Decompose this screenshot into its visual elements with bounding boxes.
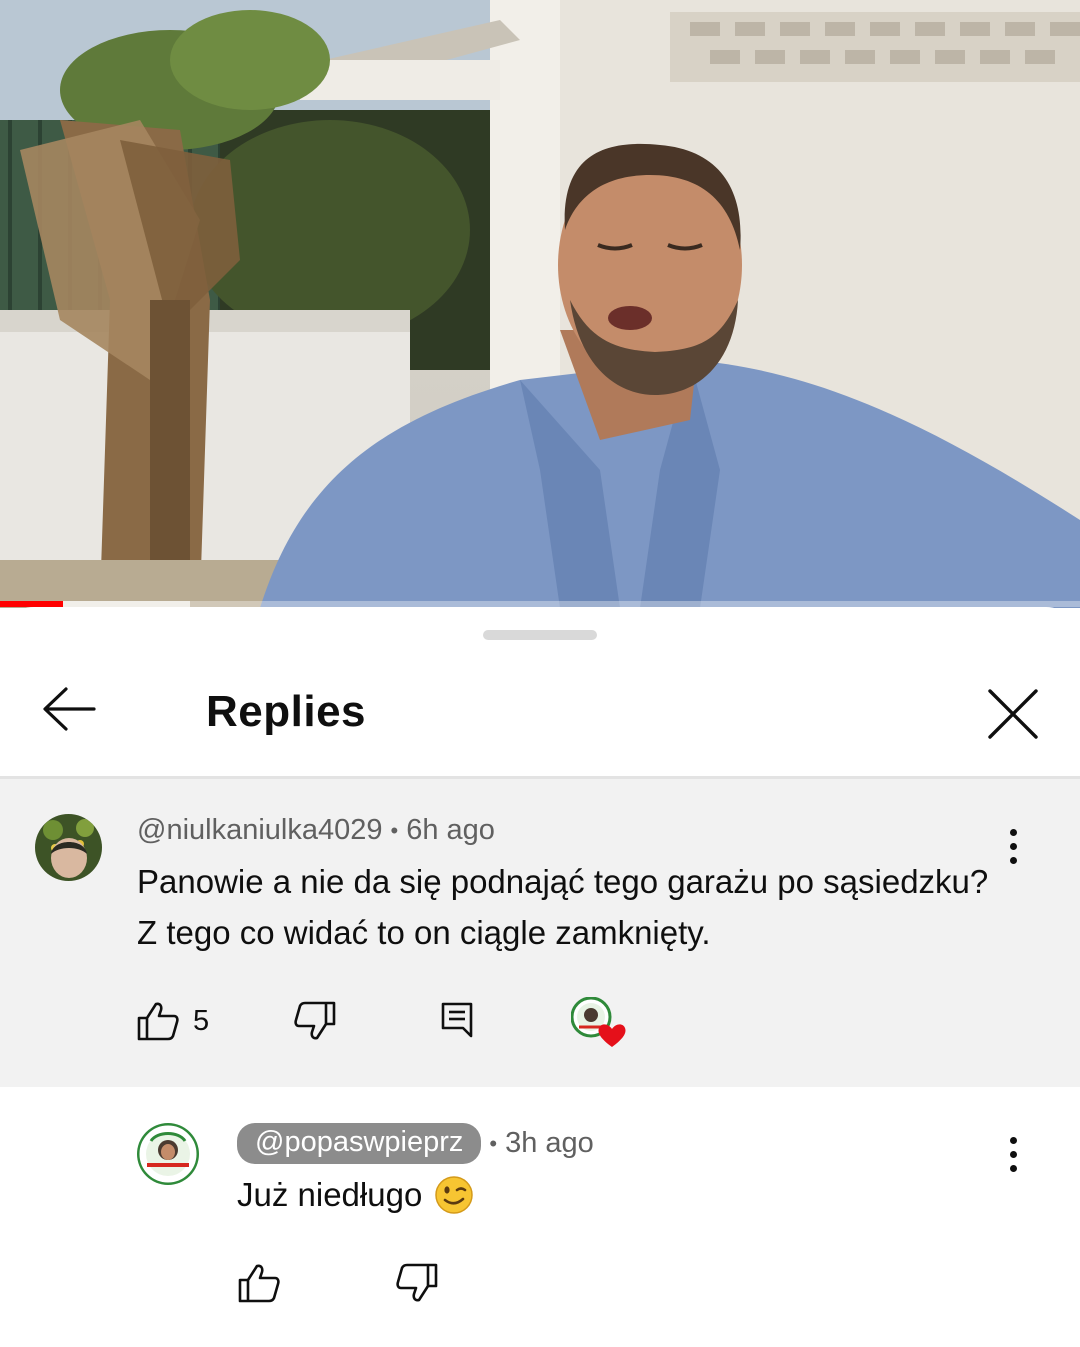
thumbs-down-icon (396, 1263, 438, 1302)
reply-comment: @popaswpieprz • 3h ago Już niedługo (0, 1087, 1080, 1347)
creator-heart (571, 997, 629, 1049)
comment-meta: @niulkaniulka4029 • 6h ago (137, 814, 495, 847)
video-player[interactable] (0, 0, 1080, 608)
channel-logo-avatar (137, 1123, 199, 1185)
thumbs-up-icon (238, 1264, 280, 1303)
comment-author[interactable]: @niulkaniulka4029 (137, 814, 383, 847)
sheet-header: Replies (0, 657, 1080, 777)
back-button[interactable] (36, 681, 102, 737)
replies-sheet: Replies @niulkaniulka4029 • 6h ago Panow… (0, 607, 1080, 1347)
avatar-image (35, 814, 102, 881)
meta-separator: • (489, 1130, 498, 1156)
like-button[interactable]: 5 (137, 1001, 209, 1041)
dislike-button[interactable] (294, 1001, 336, 1041)
reply-button[interactable] (440, 1001, 474, 1039)
page-title: Replies (206, 687, 367, 736)
winking-face-emoji (435, 1175, 474, 1214)
parent-comment: @niulkaniulka4029 • 6h ago Panowie a nie… (0, 779, 1080, 1087)
more-vertical-icon (1009, 828, 1017, 836)
reply-more-options-button[interactable] (993, 1124, 1033, 1184)
thumbs-up-icon (137, 1002, 179, 1041)
like-count: 5 (193, 1004, 210, 1037)
comment-text: Panowie a nie da się podnająć tego garaż… (137, 863, 989, 951)
meta-separator: • (390, 817, 399, 843)
video-frame (0, 0, 1080, 608)
reply-author-chip[interactable]: @popaswpieprz (237, 1123, 482, 1164)
thumbs-down-icon (294, 1001, 336, 1040)
reply-time: 3h ago (505, 1127, 594, 1159)
more-options-button[interactable] (993, 816, 1033, 876)
more-vertical-icon (1009, 1136, 1017, 1144)
reply-dislike-button[interactable] (396, 1263, 438, 1303)
reply-text-row: Już niedługo (237, 1169, 997, 1220)
commenter-avatar[interactable] (35, 814, 102, 881)
arrow-left-icon (43, 687, 96, 731)
close-x-icon (988, 689, 1038, 739)
close-button[interactable] (980, 681, 1046, 747)
reply-text: Już niedługo (237, 1176, 423, 1213)
reply-author-avatar[interactable] (137, 1123, 199, 1185)
comment-icon (441, 1002, 473, 1038)
creator-heart-icon (571, 997, 626, 1047)
reply-meta: @popaswpieprz • 3h ago (237, 1123, 594, 1164)
reply-like-button[interactable] (238, 1263, 280, 1303)
comment-time: 6h ago (406, 814, 495, 846)
drag-handle[interactable] (483, 630, 597, 640)
